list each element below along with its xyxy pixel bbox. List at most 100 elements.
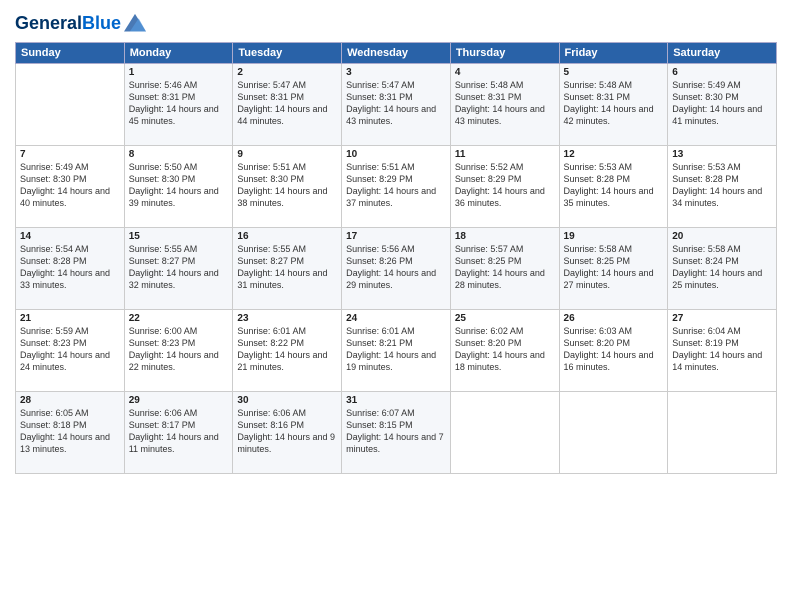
sunset-label: Sunset: 8:25 PM	[455, 256, 522, 266]
day-info: Sunrise: 5:50 AM Sunset: 8:30 PM Dayligh…	[129, 161, 229, 210]
sunset-label: Sunset: 8:31 PM	[346, 92, 413, 102]
day-info: Sunrise: 5:59 AM Sunset: 8:23 PM Dayligh…	[20, 325, 120, 374]
daylight-label: Daylight: 14 hours and 38 minutes.	[237, 186, 327, 208]
day-info: Sunrise: 5:53 AM Sunset: 8:28 PM Dayligh…	[564, 161, 664, 210]
daylight-label: Daylight: 14 hours and 41 minutes.	[672, 104, 762, 126]
sunset-label: Sunset: 8:24 PM	[672, 256, 739, 266]
calendar-cell: 10 Sunrise: 5:51 AM Sunset: 8:29 PM Dayl…	[342, 145, 451, 227]
sunset-label: Sunset: 8:28 PM	[20, 256, 87, 266]
calendar-table: SundayMondayTuesdayWednesdayThursdayFrid…	[15, 42, 777, 474]
day-info: Sunrise: 5:48 AM Sunset: 8:31 PM Dayligh…	[455, 79, 555, 128]
calendar-cell: 18 Sunrise: 5:57 AM Sunset: 8:25 PM Dayl…	[450, 227, 559, 309]
day-info: Sunrise: 5:46 AM Sunset: 8:31 PM Dayligh…	[129, 79, 229, 128]
calendar-cell	[559, 391, 668, 473]
sunrise-label: Sunrise: 5:47 AM	[237, 80, 306, 90]
day-info: Sunrise: 5:49 AM Sunset: 8:30 PM Dayligh…	[672, 79, 772, 128]
day-header-friday: Friday	[559, 42, 668, 63]
sunrise-label: Sunrise: 5:49 AM	[672, 80, 741, 90]
day-number: 26	[564, 313, 664, 324]
day-number: 18	[455, 231, 555, 242]
sunset-label: Sunset: 8:27 PM	[237, 256, 304, 266]
sunrise-label: Sunrise: 5:47 AM	[346, 80, 415, 90]
daylight-label: Daylight: 14 hours and 44 minutes.	[237, 104, 327, 126]
sunset-label: Sunset: 8:15 PM	[346, 420, 413, 430]
sunset-label: Sunset: 8:25 PM	[564, 256, 631, 266]
calendar-cell: 6 Sunrise: 5:49 AM Sunset: 8:30 PM Dayli…	[668, 63, 777, 145]
day-header-saturday: Saturday	[668, 42, 777, 63]
daylight-label: Daylight: 14 hours and 43 minutes.	[346, 104, 436, 126]
day-number: 17	[346, 231, 446, 242]
daylight-label: Daylight: 14 hours and 37 minutes.	[346, 186, 436, 208]
day-header-monday: Monday	[124, 42, 233, 63]
sunrise-label: Sunrise: 5:48 AM	[564, 80, 633, 90]
calendar-cell: 8 Sunrise: 5:50 AM Sunset: 8:30 PM Dayli…	[124, 145, 233, 227]
sunrise-label: Sunrise: 5:51 AM	[237, 162, 306, 172]
sunset-label: Sunset: 8:19 PM	[672, 338, 739, 348]
calendar-cell: 17 Sunrise: 5:56 AM Sunset: 8:26 PM Dayl…	[342, 227, 451, 309]
sunrise-label: Sunrise: 5:58 AM	[564, 244, 633, 254]
sunset-label: Sunset: 8:22 PM	[237, 338, 304, 348]
calendar-cell: 29 Sunrise: 6:06 AM Sunset: 8:17 PM Dayl…	[124, 391, 233, 473]
calendar-cell: 9 Sunrise: 5:51 AM Sunset: 8:30 PM Dayli…	[233, 145, 342, 227]
day-info: Sunrise: 5:51 AM Sunset: 8:29 PM Dayligh…	[346, 161, 446, 210]
day-header-sunday: Sunday	[16, 42, 125, 63]
sunset-label: Sunset: 8:30 PM	[129, 174, 196, 184]
daylight-label: Daylight: 14 hours and 9 minutes.	[237, 432, 335, 454]
sunset-label: Sunset: 8:20 PM	[455, 338, 522, 348]
day-info: Sunrise: 5:52 AM Sunset: 8:29 PM Dayligh…	[455, 161, 555, 210]
calendar-cell: 7 Sunrise: 5:49 AM Sunset: 8:30 PM Dayli…	[16, 145, 125, 227]
day-number: 10	[346, 149, 446, 160]
sunset-label: Sunset: 8:31 PM	[237, 92, 304, 102]
sunrise-label: Sunrise: 6:01 AM	[237, 326, 306, 336]
sunset-label: Sunset: 8:28 PM	[564, 174, 631, 184]
day-number: 15	[129, 231, 229, 242]
sunset-label: Sunset: 8:20 PM	[564, 338, 631, 348]
day-number: 7	[20, 149, 120, 160]
calendar-cell: 12 Sunrise: 5:53 AM Sunset: 8:28 PM Dayl…	[559, 145, 668, 227]
sunset-label: Sunset: 8:23 PM	[20, 338, 87, 348]
sunset-label: Sunset: 8:28 PM	[672, 174, 739, 184]
day-number: 27	[672, 313, 772, 324]
sunset-label: Sunset: 8:29 PM	[346, 174, 413, 184]
week-row-4: 21 Sunrise: 5:59 AM Sunset: 8:23 PM Dayl…	[16, 309, 777, 391]
sunrise-label: Sunrise: 5:56 AM	[346, 244, 415, 254]
header-row: SundayMondayTuesdayWednesdayThursdayFrid…	[16, 42, 777, 63]
sunrise-label: Sunrise: 5:59 AM	[20, 326, 89, 336]
sunrise-label: Sunrise: 6:06 AM	[237, 408, 306, 418]
day-number: 13	[672, 149, 772, 160]
day-info: Sunrise: 6:02 AM Sunset: 8:20 PM Dayligh…	[455, 325, 555, 374]
daylight-label: Daylight: 14 hours and 36 minutes.	[455, 186, 545, 208]
calendar-cell: 22 Sunrise: 6:00 AM Sunset: 8:23 PM Dayl…	[124, 309, 233, 391]
day-number: 12	[564, 149, 664, 160]
calendar-cell	[668, 391, 777, 473]
daylight-label: Daylight: 14 hours and 45 minutes.	[129, 104, 219, 126]
day-number: 5	[564, 67, 664, 78]
daylight-label: Daylight: 14 hours and 24 minutes.	[20, 350, 110, 372]
day-number: 14	[20, 231, 120, 242]
sunrise-label: Sunrise: 5:46 AM	[129, 80, 198, 90]
day-header-tuesday: Tuesday	[233, 42, 342, 63]
sunrise-label: Sunrise: 5:55 AM	[129, 244, 198, 254]
logo: GeneralBlue	[15, 14, 146, 34]
calendar-cell: 27 Sunrise: 6:04 AM Sunset: 8:19 PM Dayl…	[668, 309, 777, 391]
daylight-label: Daylight: 14 hours and 42 minutes.	[564, 104, 654, 126]
daylight-label: Daylight: 14 hours and 22 minutes.	[129, 350, 219, 372]
day-info: Sunrise: 5:58 AM Sunset: 8:25 PM Dayligh…	[564, 243, 664, 292]
calendar-cell: 20 Sunrise: 5:58 AM Sunset: 8:24 PM Dayl…	[668, 227, 777, 309]
day-info: Sunrise: 5:55 AM Sunset: 8:27 PM Dayligh…	[129, 243, 229, 292]
day-number: 19	[564, 231, 664, 242]
calendar-cell: 28 Sunrise: 6:05 AM Sunset: 8:18 PM Dayl…	[16, 391, 125, 473]
day-info: Sunrise: 5:55 AM Sunset: 8:27 PM Dayligh…	[237, 243, 337, 292]
day-number: 24	[346, 313, 446, 324]
daylight-label: Daylight: 14 hours and 13 minutes.	[20, 432, 110, 454]
day-info: Sunrise: 6:06 AM Sunset: 8:16 PM Dayligh…	[237, 407, 337, 456]
day-number: 4	[455, 67, 555, 78]
day-number: 30	[237, 395, 337, 406]
daylight-label: Daylight: 14 hours and 7 minutes.	[346, 432, 444, 454]
calendar-cell	[450, 391, 559, 473]
week-row-5: 28 Sunrise: 6:05 AM Sunset: 8:18 PM Dayl…	[16, 391, 777, 473]
calendar-cell: 26 Sunrise: 6:03 AM Sunset: 8:20 PM Dayl…	[559, 309, 668, 391]
day-number: 25	[455, 313, 555, 324]
logo-text: GeneralBlue	[15, 14, 121, 34]
sunset-label: Sunset: 8:26 PM	[346, 256, 413, 266]
